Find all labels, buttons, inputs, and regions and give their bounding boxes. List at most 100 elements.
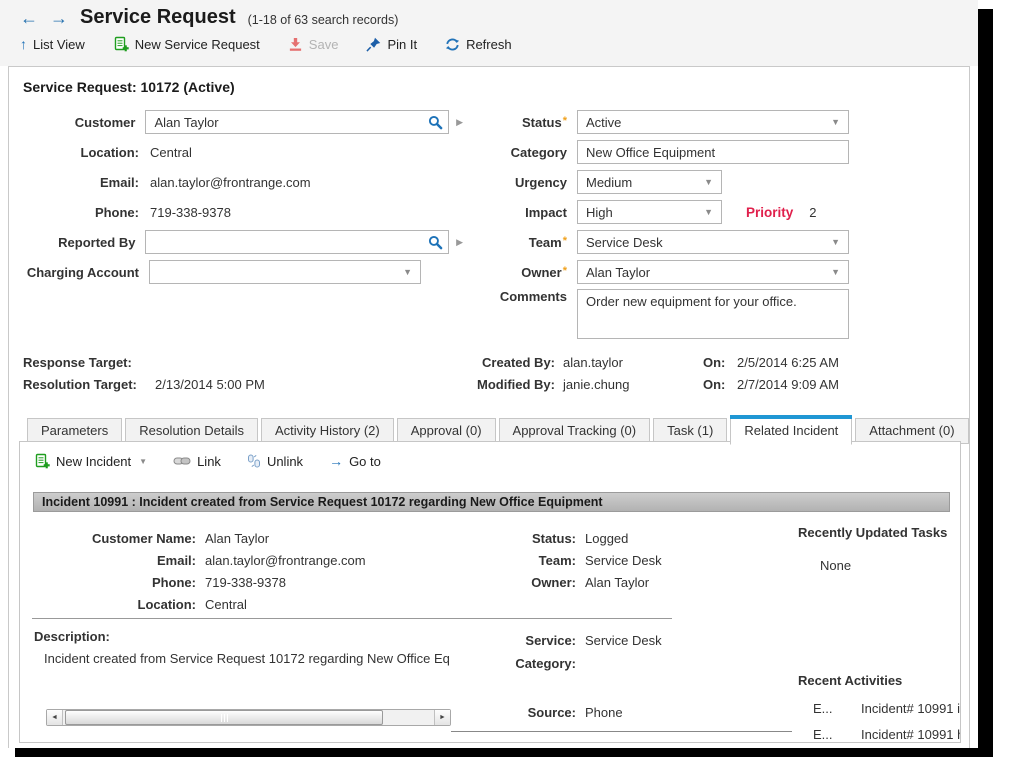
reported-by-expand-icon[interactable]: ▶	[456, 237, 463, 248]
save-label: Save	[309, 37, 339, 52]
link-label: Link	[197, 454, 221, 469]
phone-value: 719-338-9378	[150, 205, 231, 220]
required-marker: *	[563, 265, 567, 277]
new-document-icon	[113, 36, 129, 52]
status-label: Status*	[489, 115, 567, 130]
scroll-left-button[interactable]: ◄	[47, 710, 63, 725]
owner-dropdown[interactable]: Alan Taylor ▼	[577, 260, 849, 284]
created-by-value: alan.taylor	[563, 355, 623, 370]
incident-source-row: Source: Phone	[456, 701, 623, 723]
owner-value: Alan Taylor	[586, 265, 650, 280]
back-arrow-icon[interactable]: ←	[20, 9, 38, 27]
link-button[interactable]: Link	[173, 454, 221, 469]
incident-phone-value: 719-338-9378	[205, 575, 286, 590]
recent-activities-title: Recent Activities	[798, 673, 902, 688]
activity-row[interactable]: E... Incident# 10991 has ...	[813, 727, 961, 742]
incident-source-label: Source:	[456, 705, 576, 720]
new-service-request-label: New Service Request	[135, 37, 260, 52]
status-value: Active	[586, 115, 621, 130]
form-column-left: Customer ▶ Location: Central Email: al	[11, 107, 463, 345]
scrollbar-track[interactable]	[63, 710, 434, 725]
incident-toolbar: New Incident ▼ Link Unlink →	[34, 453, 381, 469]
location-value: Central	[150, 145, 192, 160]
activity-row[interactable]: E... Incident# 10991 is a...	[813, 701, 961, 716]
incident-service-row: Service: Service Desk	[456, 629, 662, 651]
incident-email-value: alan.taylor@frontrange.com	[205, 553, 366, 568]
incident-status-label: Status:	[456, 531, 576, 546]
recently-updated-tasks-empty: None	[820, 558, 851, 573]
activity-type: E...	[813, 701, 843, 716]
urgency-dropdown[interactable]: Medium ▼	[577, 170, 722, 194]
incident-phone-label: Phone:	[20, 575, 196, 590]
incident-details-mid: Status:Logged Team:Service Desk Owner:Al…	[456, 527, 662, 593]
reported-by-lookup-field[interactable]	[145, 230, 449, 254]
pin-it-button[interactable]: Pin It	[366, 37, 417, 52]
incident-source-value: Phone	[585, 705, 623, 720]
email-label: Email:	[11, 175, 139, 190]
comments-textarea[interactable]: Order new equipment for your office.	[577, 289, 849, 339]
list-view-button[interactable]: ↑ List View	[20, 36, 85, 52]
customer-expand-icon[interactable]: ▶	[456, 117, 463, 128]
search-icon[interactable]	[428, 115, 443, 130]
go-to-label: Go to	[349, 454, 381, 469]
forward-arrow-icon[interactable]: →	[50, 9, 68, 27]
customer-input[interactable]	[147, 115, 428, 130]
record-heading: Service Request: 10172 (Active)	[23, 79, 235, 95]
impact-dropdown[interactable]: High ▼	[577, 200, 722, 224]
category-input[interactable]	[577, 140, 849, 164]
incident-title-bar[interactable]: Incident 10991 : Incident created from S…	[33, 492, 950, 512]
link-chain-icon	[173, 456, 191, 466]
incident-description-label: Description:	[34, 629, 110, 644]
reported-by-input[interactable]	[147, 235, 428, 250]
chevron-down-icon: ▼	[139, 457, 147, 466]
incident-email-label: Email:	[20, 553, 196, 568]
incident-location-label: Location:	[20, 597, 196, 612]
meta-area: Response Target: Resolution Target: 2/13…	[23, 351, 839, 395]
pin-it-label: Pin It	[387, 37, 417, 52]
refresh-button[interactable]: Refresh	[445, 37, 512, 52]
incident-customer-name-label: Customer Name:	[20, 531, 196, 546]
incident-status-value: Logged	[585, 531, 628, 546]
email-value: alan.taylor@frontrange.com	[150, 175, 311, 190]
tab-related-incident[interactable]: Related Incident	[730, 418, 852, 445]
app-window: ← → Service Request (1-18 of 63 search r…	[0, 0, 978, 748]
activity-text: Incident# 10991 has ...	[861, 727, 961, 742]
list-view-label: List View	[33, 37, 85, 52]
horizontal-scrollbar[interactable]: ◄ ►	[46, 709, 451, 726]
incident-customer-name-value: Alan Taylor	[205, 531, 269, 546]
response-target-label: Response Target:	[23, 355, 155, 370]
new-incident-label: New Incident	[56, 454, 131, 469]
team-dropdown[interactable]: Service Desk ▼	[577, 230, 849, 254]
charging-account-label: Charging Account	[11, 265, 139, 280]
new-service-request-button[interactable]: New Service Request	[113, 36, 260, 52]
pushpin-icon	[366, 37, 381, 52]
list-view-arrow-icon: ↑	[20, 36, 27, 52]
form-area: Customer ▶ Location: Central Email: al	[11, 107, 849, 345]
save-button[interactable]: Save	[288, 37, 339, 52]
owner-label: Owner*	[489, 265, 567, 280]
incident-team-value: Service Desk	[585, 553, 662, 568]
charging-account-dropdown[interactable]: ▼	[149, 260, 421, 284]
incident-description-value: Incident created from Service Request 10…	[44, 651, 459, 666]
search-icon[interactable]	[428, 235, 443, 250]
customer-lookup-field[interactable]	[145, 110, 449, 134]
go-to-button[interactable]: → Go to	[329, 453, 381, 469]
chevron-down-icon: ▼	[831, 237, 840, 247]
refresh-label: Refresh	[466, 37, 512, 52]
resolution-target-label: Resolution Target:	[23, 377, 155, 392]
activity-type: E...	[813, 727, 843, 742]
app-header: ← → Service Request (1-18 of 63 search r…	[0, 0, 978, 66]
created-on-label: On:	[703, 355, 733, 370]
status-dropdown[interactable]: Active ▼	[577, 110, 849, 134]
team-label: Team*	[489, 235, 567, 250]
unlink-broken-chain-icon	[247, 454, 261, 468]
incident-location-value: Central	[205, 597, 247, 612]
recently-updated-tasks-title: Recently Updated Tasks	[798, 525, 947, 540]
unlink-button[interactable]: Unlink	[247, 454, 303, 469]
new-document-icon	[34, 453, 50, 469]
incident-owner-value: Alan Taylor	[585, 575, 649, 590]
scroll-right-button[interactable]: ►	[434, 710, 450, 725]
reported-by-label: Reported By	[11, 235, 135, 250]
scrollbar-thumb[interactable]	[65, 710, 383, 725]
new-incident-button[interactable]: New Incident ▼	[34, 453, 147, 469]
